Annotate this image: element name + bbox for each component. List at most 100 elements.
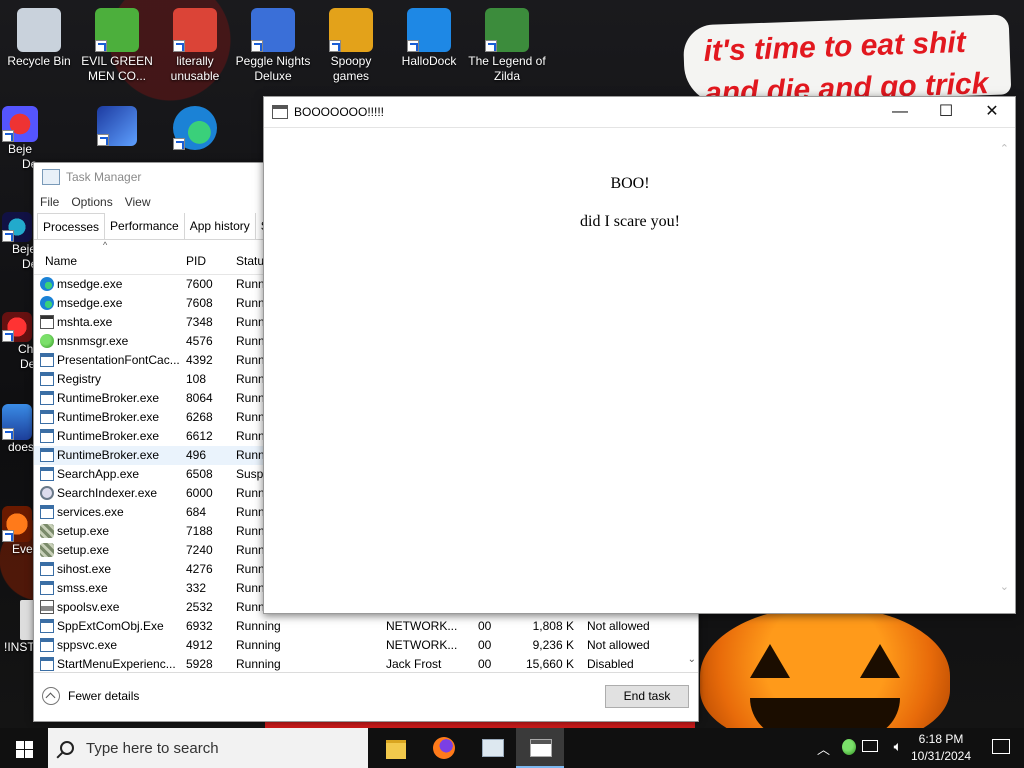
shortcut-arrow-icon [407,40,419,52]
desktop-icon-bejeweled-2[interactable]: Beje De [2,212,37,272]
end-task-button[interactable]: End task [605,685,689,708]
start-button[interactable] [0,728,48,768]
desktop-icon-edge[interactable] [168,104,222,150]
process-name: Registry [57,372,102,386]
desktop-icon[interactable]: literally unusable [156,2,234,84]
folder-icon [386,740,406,759]
task-manager-taskbar-button[interactable] [468,728,516,768]
system-clock[interactable]: 6:18 PM 10/31/2024 [906,731,976,765]
boo-titlebar[interactable]: BOOOOOOO!!!!! — ☐ ✕ [264,97,1015,127]
process-name: RuntimeBroker.exe [57,429,160,443]
process-icon [40,315,54,329]
process-pid: 108 [186,372,207,386]
notifications-icon[interactable] [992,739,1010,754]
process-row[interactable]: sppsvc.exe 4912 Running NETWORK... 00 9,236 K… [34,636,698,655]
messenger-tray-icon[interactable] [842,739,856,755]
menu-view[interactable]: View [125,195,151,209]
desktop-icon-mpl[interactable] [92,104,142,146]
desktop-icon-label: HalloDock [401,54,457,68]
pumpkin-mouth [750,698,900,728]
fewer-details-button[interactable]: Fewer details [42,687,139,705]
mshta-taskbar-button[interactable] [516,728,564,768]
column-pid[interactable]: PID [186,254,206,268]
desktop-icon[interactable]: The Legend of Zilda [468,2,546,84]
desktop-icon-ever[interactable]: Ever [2,506,37,557]
clock-date: 10/31/2024 [910,749,972,763]
process-status: Runn [236,391,265,405]
search-icon [60,741,74,755]
desktop-icon-does[interactable]: does [2,404,36,455]
process-icon [40,581,54,595]
desktop-icon-label: Peggle Nights Deluxe [235,54,311,83]
process-icon [40,410,54,424]
boo-window-title: BOOOOOOO!!!!! [294,105,385,119]
windows-logo-icon [16,741,24,749]
process-uac: Not allowed [587,638,650,652]
process-pid: 7188 [186,524,213,538]
minimize-button[interactable]: — [877,97,923,127]
process-name: services.exe [57,505,124,519]
taskbar: Type here to search ︿ 🔈︎ 6:18 PM 10/31/2… [0,728,1024,768]
desktop-icon-install[interactable]: !INST [2,600,42,655]
column-name[interactable]: Name [45,254,77,268]
volume-icon[interactable]: 🔈︎ [894,738,902,755]
process-status: Runn [236,353,265,367]
pumpkin-eye-left [750,644,790,678]
desktop-icon[interactable]: Peggle Nights Deluxe [234,2,312,84]
desktop-icon[interactable]: Recycle Bin [0,2,78,69]
fewer-details-label: Fewer details [68,689,140,703]
meme-line-1: it's time to eat shit [703,25,967,68]
process-status: Runn [236,562,265,576]
firefox-icon [433,737,455,759]
scroll-down-icon[interactable]: ⌄ [1000,580,1009,593]
process-status: Running [236,619,281,633]
windows-logo-icon-part [16,750,24,758]
process-name: msedge.exe [57,277,123,291]
desktop-icon-image [173,8,217,52]
maximize-button[interactable]: ☐ [923,97,969,127]
file-explorer-taskbar-button[interactable] [372,728,420,768]
process-uac: Not allowed [587,619,650,633]
desktop-icon-label: literally unusable [170,54,220,83]
process-name: sihost.exe [57,562,112,576]
process-icon [40,429,54,443]
process-status: Running [236,638,281,652]
show-hidden-icons-icon[interactable]: ︿ [817,739,830,758]
menu-file[interactable]: File [40,195,59,209]
menu-options[interactable]: Options [71,195,112,209]
network-icon[interactable] [862,740,878,752]
process-name: msedge.exe [57,296,123,310]
taskbar-search-box[interactable]: Type here to search [48,728,368,768]
desktop-icon[interactable]: EVIL GREEN MEN CO... [78,2,156,84]
scroll-down-icon[interactable]: ⌄ [688,654,696,665]
meme-banner-image: it's time to eat shit and die and go tri… [682,14,1012,106]
close-button[interactable]: ✕ [969,97,1015,127]
desktop-icon-chrome-app[interactable]: Ch De [2,312,36,372]
process-status: Runn [236,296,265,310]
process-pid: 6932 [186,619,213,633]
desktop-icon-label: Beje [8,142,33,156]
clock-time: 6:18 PM [918,732,964,746]
scroll-up-icon[interactable]: ⌃ [1000,142,1009,155]
boo-window[interactable]: BOOOOOOO!!!!! — ☐ ✕ BOO! did I scare you… [263,96,1016,614]
process-name: setup.exe [57,543,110,557]
shortcut-arrow-icon [485,40,497,52]
process-pid: 2532 [186,600,213,614]
process-pid: 4576 [186,334,213,348]
process-name: PresentationFontCac... [57,353,180,367]
desktop-icon[interactable]: Spoopy games [312,2,390,84]
firefox-taskbar-button[interactable] [420,728,468,768]
tab-performance[interactable]: Performance [105,213,185,239]
shortcut-arrow-icon [95,40,107,52]
process-pid: 7240 [186,543,213,557]
tab-app-history[interactable]: App history [185,213,256,239]
process-status: Runn [236,600,265,614]
tab-processes[interactable]: Processes [37,213,106,239]
process-row[interactable]: SppExtComObj.Exe 6932 Running NETWORK... 00 1… [34,617,698,636]
pumpkin-image [700,606,950,728]
process-name: RuntimeBroker.exe [57,410,160,424]
desktop-icon[interactable]: HalloDock [390,2,468,69]
process-icon [40,334,54,348]
process-cpu: 00 [478,638,492,652]
process-name: sppsvc.exe [57,638,118,652]
